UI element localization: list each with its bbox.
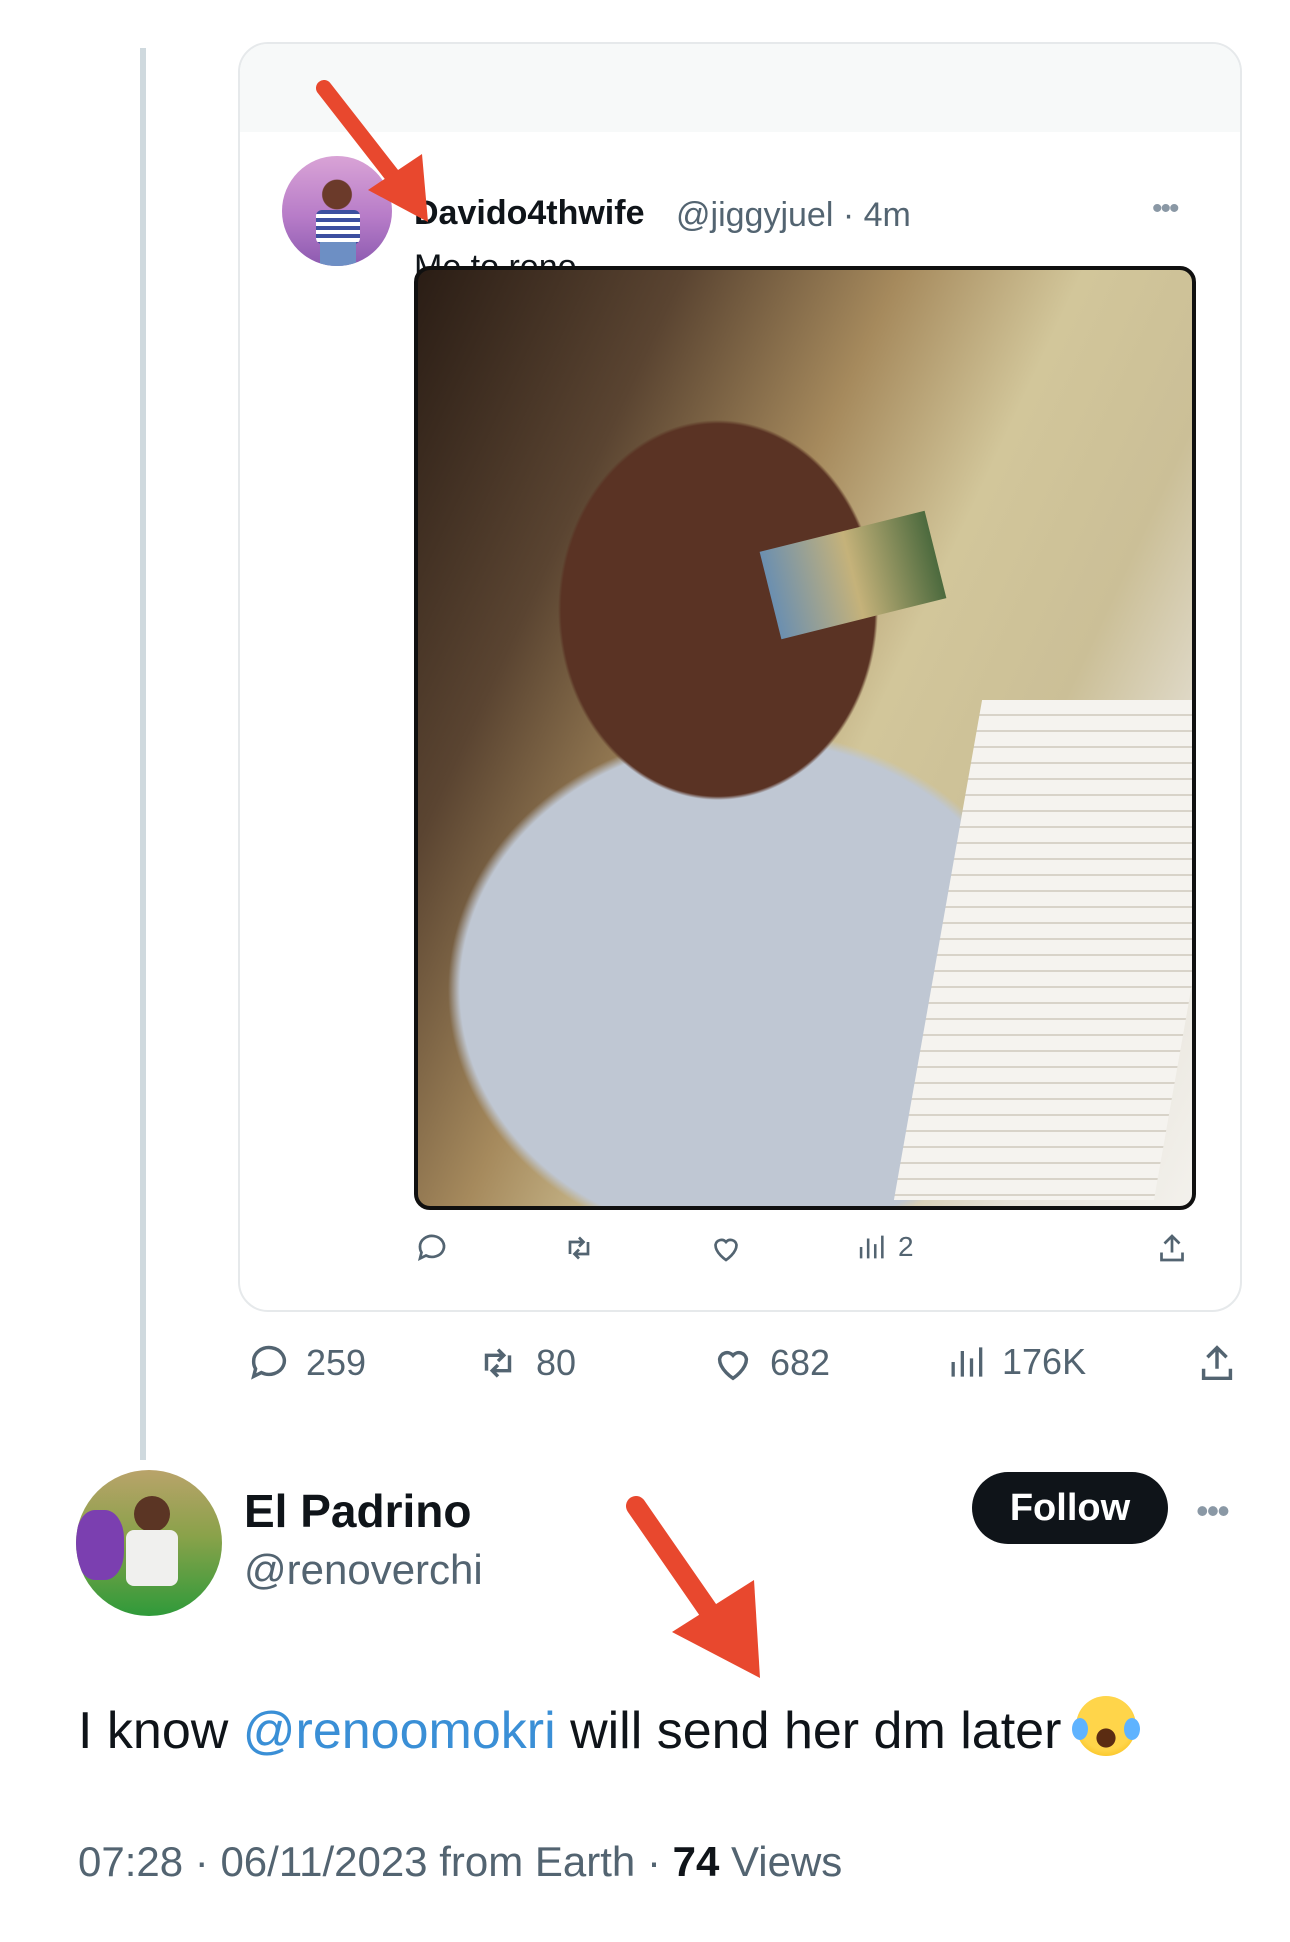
laughing-crying-emoji <box>1071 1696 1140 1756</box>
meta-separator: · <box>646 1838 661 1885</box>
like-icon <box>714 1238 738 1262</box>
more-icon[interactable]: ••• <box>1196 1490 1230 1532</box>
emoji-tear-right <box>1123 1718 1140 1740</box>
quoted-like-button[interactable] <box>708 1230 744 1266</box>
share-icon <box>1160 1234 1184 1262</box>
quoted-views-count: 2 <box>898 1231 914 1262</box>
quoted-author-handle[interactable]: @jiggyjuel · 4m <box>676 196 911 235</box>
tweet-text-after: will send her dm later <box>555 1702 1076 1760</box>
repost-icon <box>484 1348 512 1378</box>
tweet-views-count[interactable]: 74 <box>673 1838 720 1885</box>
tweet-body: I know @renoomokri will send her dm late… <box>78 1696 1140 1761</box>
quoted-views-button[interactable]: 2 <box>854 1230 914 1264</box>
emoji-tear-left <box>1071 1718 1088 1740</box>
quoted-reply-button[interactable] <box>414 1230 450 1266</box>
tweet-views-label: Views <box>731 1838 843 1885</box>
annotation-arrow-bottom <box>626 1496 760 1678</box>
share-button[interactable] <box>1194 1340 1240 1386</box>
avatar-figure-jeans <box>320 242 356 266</box>
tweet-source: from Earth <box>439 1838 636 1885</box>
views-button[interactable]: 176K <box>944 1340 1086 1384</box>
thread-connector-line <box>140 48 146 1460</box>
views-icon <box>951 1347 983 1377</box>
follow-button[interactable]: Follow <box>972 1472 1168 1544</box>
avatar-child-head <box>134 1496 170 1532</box>
main-tweet-action-bar: 259 80 682 176K <box>246 1340 1246 1400</box>
quoted-timestamp[interactable]: 4m <box>864 196 911 234</box>
quoted-author-name[interactable]: Davido4thwife <box>414 194 644 233</box>
like-button[interactable]: 682 <box>710 1340 830 1386</box>
quoted-share-button[interactable] <box>1154 1230 1190 1266</box>
tweet-metadata: 07:28 · 06/11/2023 from Earth · 74 Views <box>78 1838 842 1886</box>
avatar-purple-toy <box>76 1510 124 1580</box>
tweet-date[interactable]: 06/11/2023 <box>220 1838 427 1885</box>
repost-count: 80 <box>536 1342 577 1383</box>
photo-menu-pages <box>893 700 1192 1200</box>
quoted-handle-text: @jiggyjuel <box>676 196 834 234</box>
reply-button[interactable]: 259 <box>246 1340 366 1386</box>
like-count: 682 <box>770 1342 831 1383</box>
author-avatar[interactable] <box>76 1470 222 1616</box>
quoted-repost-button[interactable] <box>560 1230 598 1266</box>
repost-icon <box>568 1236 590 1260</box>
share-icon <box>1201 1345 1233 1381</box>
mention-link[interactable]: @renoomokri <box>243 1702 556 1760</box>
views-count: 176K <box>1002 1341 1087 1382</box>
quoted-tweet-card[interactable]: Davido4thwife @jiggyjuel · 4m ••• Me to … <box>238 42 1242 1312</box>
tweet-text-before: I know <box>78 1702 243 1760</box>
views-icon <box>859 1235 884 1259</box>
reply-icon <box>417 1234 446 1262</box>
avatar-child-body <box>126 1530 178 1586</box>
repost-button[interactable]: 80 <box>474 1340 576 1386</box>
like-icon <box>717 1350 749 1381</box>
quoted-tweet-photo[interactable] <box>414 266 1196 1210</box>
tweet-time[interactable]: 07:28 <box>78 1838 183 1885</box>
author-display-name[interactable]: El Padrino <box>244 1484 471 1538</box>
photo-wall-painting <box>759 510 947 640</box>
quoted-action-bar: 2 <box>414 1230 1194 1280</box>
quoted-separator: · <box>842 196 855 234</box>
quoted-more-icon[interactable]: ••• <box>1152 192 1179 226</box>
author-handle[interactable]: @renoverchi <box>244 1546 483 1594</box>
reply-icon <box>251 1345 287 1380</box>
reply-count: 259 <box>306 1342 367 1383</box>
meta-separator: · <box>194 1838 209 1885</box>
annotation-arrow-top <box>316 80 428 222</box>
